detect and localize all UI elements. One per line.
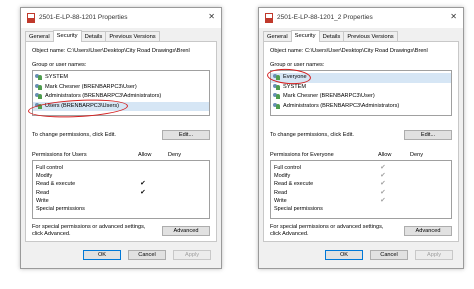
allow-check-icon: ✔ xyxy=(380,164,386,171)
close-icon[interactable]: ✕ xyxy=(208,13,215,21)
object-name-value: C:\Users\User\Desktop\City Road Drawings… xyxy=(67,48,190,54)
permission-row-special: Special permissions xyxy=(33,205,209,213)
allow-check-icon: ✔ xyxy=(380,172,386,180)
edit-button[interactable]: Edit... xyxy=(162,130,210,140)
properties-dialog-2: 2501-E-LP-88-1201_2 Properties ✕ General… xyxy=(258,7,464,269)
principal-mark-chesner[interactable]: Mark Chesner (BRENBARPC3\User) xyxy=(271,92,451,102)
permissions-for-label: Permissions for Users xyxy=(32,152,87,158)
special-permissions-text: For special permissions or advanced sett… xyxy=(270,224,384,230)
principal-name: Administrators (BRENBARPC3\Administrator… xyxy=(45,93,162,99)
permissions-for-label: Permissions for Everyone xyxy=(270,152,334,158)
permission-row-read: Read ✔ xyxy=(33,189,209,197)
allow-column-header: Allow xyxy=(378,152,392,158)
pdf-file-icon xyxy=(265,13,273,23)
group-names-label: Group or user names: xyxy=(270,62,325,68)
properties-dialog-1: 2501-E-LP-88-1201 Properties ✕ General Se… xyxy=(20,7,222,269)
principal-administrators[interactable]: Administrators (BRENBARPC3\Administrator… xyxy=(271,102,451,112)
ok-button[interactable]: OK xyxy=(325,250,363,260)
permission-row-modify: Modify xyxy=(33,172,209,180)
principal-name: Mark Chesner (BRENBARPC3\User) xyxy=(283,93,375,99)
security-panel: Object name: C:\Users\User\Desktop\City … xyxy=(263,41,459,242)
permission-name: Special permissions xyxy=(36,205,85,212)
object-name-value: C:\Users\User\Desktop\City Road Drawings… xyxy=(305,48,428,54)
principal-administrators[interactable]: Administrators (BRENBARPC3\Administrator… xyxy=(33,92,209,102)
deny-column-header: Deny xyxy=(168,152,182,158)
user-group-icon xyxy=(273,92,281,100)
object-name-label: Object name: xyxy=(270,48,304,54)
advanced-button[interactable]: Advanced xyxy=(404,226,452,236)
permission-row-write: Write xyxy=(33,197,209,205)
change-permissions-text: To change permissions, click Edit. xyxy=(270,132,354,138)
group-names-label: Group or user names: xyxy=(32,62,87,68)
permission-name: Read xyxy=(36,189,50,196)
permission-row-special: Special permissions xyxy=(271,205,451,213)
user-group-icon xyxy=(35,92,43,100)
permission-row-write: Write ✔ xyxy=(271,197,451,205)
permission-row-modify: Modify ✔ xyxy=(271,172,451,180)
click-advanced-text: click Advanced. xyxy=(32,231,71,237)
cancel-button[interactable]: Cancel xyxy=(370,250,408,260)
dialog-buttons: OK Cancel Apply xyxy=(259,242,463,268)
permission-row-read: Read ✔ xyxy=(271,189,451,197)
permissions-list: Full control ✔ Modify ✔ Read & execute ✔ Re… xyxy=(270,160,452,219)
permission-name: Read & execute xyxy=(36,181,76,188)
user-group-icon xyxy=(35,73,43,81)
close-icon[interactable]: ✕ xyxy=(450,13,457,21)
permission-name: Modify xyxy=(36,173,53,180)
tab-security[interactable]: Security xyxy=(290,30,320,42)
allow-check-icon: ✔ xyxy=(380,188,386,196)
deny-column-header: Deny xyxy=(410,152,424,158)
permission-row-full-control: Full control xyxy=(33,164,209,172)
allow-check-icon: ✔ xyxy=(380,180,386,188)
principal-name: Administrators (BRENBARPC3\Administrator… xyxy=(283,102,400,109)
security-panel: Object name: C:\Users\User\Desktop\City … xyxy=(25,41,217,242)
permission-name: Modify xyxy=(274,173,291,180)
permission-name: Read xyxy=(274,189,288,196)
allow-check-icon: ✔ xyxy=(140,180,146,188)
edit-button[interactable]: Edit... xyxy=(404,130,452,140)
tab-strip: General Security Details Previous Versions xyxy=(25,30,160,42)
permission-row-full-control: Full control ✔ xyxy=(271,164,451,172)
permission-row-read-execute: Read & execute ✔ xyxy=(33,180,209,188)
cancel-button[interactable]: Cancel xyxy=(128,250,166,260)
allow-check-icon: ✔ xyxy=(140,188,146,196)
change-permissions-text: To change permissions, click Edit. xyxy=(32,132,116,138)
advanced-button[interactable]: Advanced xyxy=(162,226,210,236)
click-advanced-text: click Advanced. xyxy=(270,231,309,237)
dialog-buttons: OK Cancel Apply xyxy=(21,242,221,268)
title-bar: 2501-E-LP-88-1201_2 Properties ✕ xyxy=(259,8,463,28)
permission-name: Read & execute xyxy=(274,181,314,188)
user-group-icon xyxy=(273,102,281,109)
permissions-list: Full control Modify Read & execute ✔ Read… xyxy=(32,160,210,219)
permission-row-read-execute: Read & execute ✔ xyxy=(271,180,451,188)
principal-name: Mark Chesner (BRENBARPC3\User) xyxy=(45,83,137,90)
tab-strip: General Security Details Previous Versions xyxy=(263,30,398,42)
user-group-icon xyxy=(35,83,43,90)
apply-button[interactable]: Apply xyxy=(173,250,211,260)
title-bar: 2501-E-LP-88-1201 Properties ✕ xyxy=(21,8,221,28)
allow-column-header: Allow xyxy=(138,152,152,158)
allow-check-icon: ✔ xyxy=(380,196,386,204)
user-group-icon xyxy=(273,83,281,90)
permission-name: Special permissions xyxy=(274,205,323,212)
apply-button[interactable]: Apply xyxy=(415,250,453,260)
principal-name: SYSTEM xyxy=(283,83,307,90)
permission-name: Write xyxy=(36,197,49,204)
ok-button[interactable]: OK xyxy=(83,250,121,260)
window-title: 2501-E-LP-88-1201 Properties xyxy=(39,14,128,21)
principal-name: SYSTEM xyxy=(45,74,69,80)
window-title: 2501-E-LP-88-1201_2 Properties xyxy=(277,14,373,21)
object-name-label: Object name: xyxy=(32,48,66,54)
tab-security[interactable]: Security xyxy=(52,30,82,42)
permission-name: Full control xyxy=(36,165,63,171)
pdf-file-icon xyxy=(27,13,35,23)
permission-name: Full control xyxy=(274,165,301,171)
special-permissions-text: For special permissions or advanced sett… xyxy=(32,224,146,230)
permission-name: Write xyxy=(274,197,287,204)
principal-mark-chesner[interactable]: Mark Chesner (BRENBARPC3\User) xyxy=(33,83,209,93)
principal-system[interactable]: SYSTEM xyxy=(33,73,209,83)
